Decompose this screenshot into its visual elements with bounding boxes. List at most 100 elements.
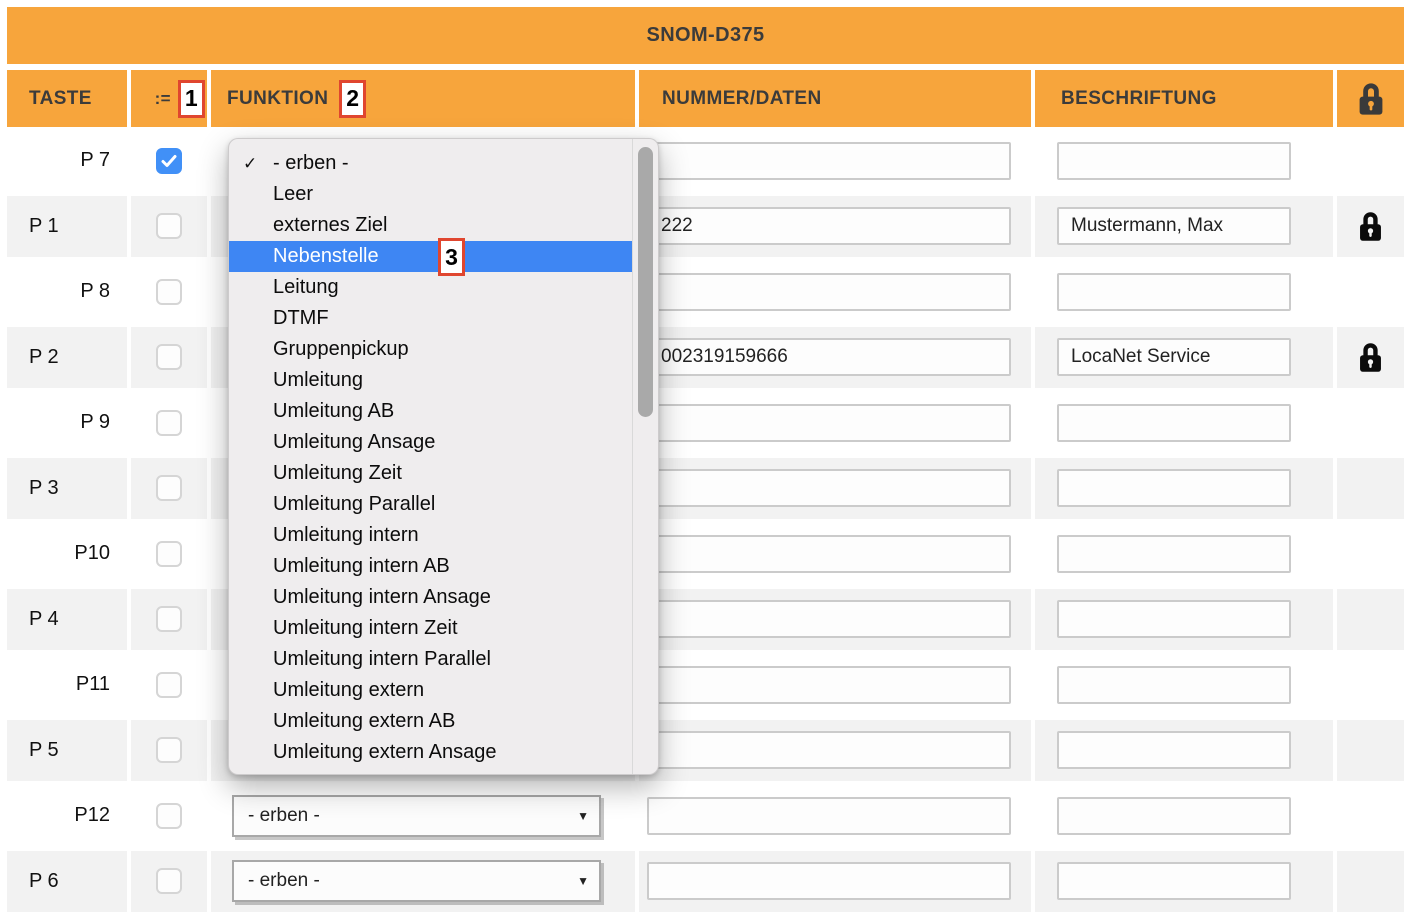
description-cell — [1035, 851, 1333, 913]
number-cell — [639, 130, 1031, 192]
dropdown-option[interactable]: Umleitung extern Ansage — [229, 737, 632, 768]
dropdown-option[interactable]: Umleitung extern — [229, 675, 632, 706]
dropdown-scrollbar-thumb[interactable] — [638, 147, 653, 417]
dropdown-option[interactable]: externes Ziel — [229, 210, 632, 241]
dropdown-option[interactable]: Leitung — [229, 272, 632, 303]
description-input[interactable] — [1057, 207, 1291, 245]
assign-checkbox[interactable] — [156, 737, 182, 763]
dropdown-option[interactable]: Umleitung Zeit — [229, 458, 632, 489]
key-cell: P 8 — [7, 261, 127, 323]
number-cell — [639, 654, 1031, 716]
assign-checkbox[interactable] — [156, 606, 182, 632]
dropdown-option[interactable]: Umleitung Parallel — [229, 489, 632, 520]
description-input[interactable] — [1057, 535, 1291, 573]
assign-checkbox[interactable] — [156, 868, 182, 894]
dropdown-option[interactable]: ✓ - erben - — [229, 148, 632, 179]
lock-cell — [1337, 261, 1404, 323]
description-cell — [1035, 261, 1333, 323]
dropdown-option-label: Leitung — [273, 276, 339, 299]
assign-cell — [131, 654, 207, 716]
description-cell — [1035, 523, 1333, 585]
dropdown-option[interactable]: Umleitung intern Zeit — [229, 613, 632, 644]
assign-cell — [131, 458, 207, 520]
dropdown-option[interactable]: Umleitung Ansage — [229, 427, 632, 458]
lock-icon — [1357, 210, 1384, 243]
dropdown-option-label: Umleitung Parallel — [273, 493, 435, 516]
number-cell — [639, 327, 1031, 389]
number-input[interactable] — [647, 273, 1011, 311]
key-label: P 4 — [7, 608, 127, 631]
table-row: P 6 - erben - ▼ — [7, 849, 1404, 914]
dropdown-option[interactable]: Umleitung — [229, 365, 632, 396]
number-input[interactable] — [647, 666, 1011, 704]
assign-checkbox[interactable] — [156, 475, 182, 501]
lock-cell — [1337, 196, 1404, 258]
number-input[interactable] — [647, 404, 1011, 442]
number-input[interactable] — [647, 600, 1011, 638]
description-cell — [1035, 654, 1333, 716]
description-input[interactable] — [1057, 142, 1291, 180]
key-label: P 7 — [7, 149, 127, 172]
assign-checkbox[interactable] — [156, 213, 182, 239]
number-input[interactable] — [647, 797, 1011, 835]
assign-checkbox[interactable] — [156, 672, 182, 698]
column-header-beschriftung: BESCHRIFTUNG — [1035, 70, 1333, 127]
description-input[interactable] — [1057, 338, 1291, 376]
dropdown-option[interactable]: Umleitung extern AB — [229, 706, 632, 737]
number-cell — [639, 720, 1031, 782]
assign-checkbox[interactable] — [156, 410, 182, 436]
function-select-value: - erben - — [234, 870, 320, 892]
description-input[interactable] — [1057, 666, 1291, 704]
assign-checkbox[interactable] — [156, 344, 182, 370]
dropdown-option-label: Umleitung extern Ansage — [273, 741, 496, 764]
function-cell: - erben - ▼ — [211, 851, 635, 913]
description-input[interactable] — [1057, 404, 1291, 442]
key-label: P 9 — [7, 411, 127, 434]
number-input[interactable] — [647, 207, 1011, 245]
function-select[interactable]: - erben - ▼ — [232, 795, 601, 837]
description-input[interactable] — [1057, 273, 1291, 311]
assign-cell — [131, 196, 207, 258]
description-input[interactable] — [1057, 600, 1291, 638]
key-cell: P 4 — [7, 589, 127, 651]
number-input[interactable] — [647, 338, 1011, 376]
function-select-value: - erben - — [234, 805, 320, 827]
function-select[interactable]: - erben - ▼ — [232, 860, 601, 902]
dropdown-option-label: Umleitung extern AB — [273, 710, 455, 733]
dropdown-option[interactable]: Umleitung intern AB — [229, 551, 632, 582]
dropdown-option[interactable]: Umleitung intern Ansage — [229, 582, 632, 613]
number-input[interactable] — [647, 469, 1011, 507]
number-input[interactable] — [647, 142, 1011, 180]
dropdown-option[interactable]: Umleitung intern Parallel — [229, 644, 632, 675]
lock-cell — [1337, 785, 1404, 847]
dropdown-option-label: Umleitung intern Zeit — [273, 617, 458, 640]
assign-cell — [131, 392, 207, 454]
number-input[interactable] — [647, 862, 1011, 900]
dropdown-option[interactable]: Nebenstelle 3 — [229, 241, 632, 272]
number-input[interactable] — [647, 731, 1011, 769]
description-input[interactable] — [1057, 731, 1291, 769]
dropdown-option-label: - erben - — [273, 152, 349, 175]
description-input[interactable] — [1057, 469, 1291, 507]
key-cell: P12 — [7, 785, 127, 847]
dropdown-option[interactable]: Leer — [229, 179, 632, 210]
assign-cell — [131, 589, 207, 651]
description-input[interactable] — [1057, 797, 1291, 835]
dropdown-option[interactable]: Umleitung AB — [229, 396, 632, 427]
assign-checkbox[interactable] — [156, 803, 182, 829]
key-label: P 3 — [7, 477, 127, 500]
lock-cell — [1337, 392, 1404, 454]
dropdown-option[interactable]: DTMF — [229, 303, 632, 334]
assign-checkbox[interactable] — [156, 279, 182, 305]
table-row: P 5 — [7, 718, 1404, 784]
lock-icon — [1356, 81, 1386, 117]
dropdown-option-label: Umleitung intern AB — [273, 555, 450, 578]
dropdown-option[interactable]: Gruppenpickup — [229, 334, 632, 365]
dropdown-option[interactable]: Umleitung intern — [229, 520, 632, 551]
column-header-taste: TASTE — [7, 70, 127, 127]
number-input[interactable] — [647, 535, 1011, 573]
assign-checkbox[interactable] — [156, 541, 182, 567]
assign-checkbox[interactable] — [156, 148, 182, 174]
description-input[interactable] — [1057, 862, 1291, 900]
dropdown-scrollbar[interactable] — [632, 139, 658, 774]
